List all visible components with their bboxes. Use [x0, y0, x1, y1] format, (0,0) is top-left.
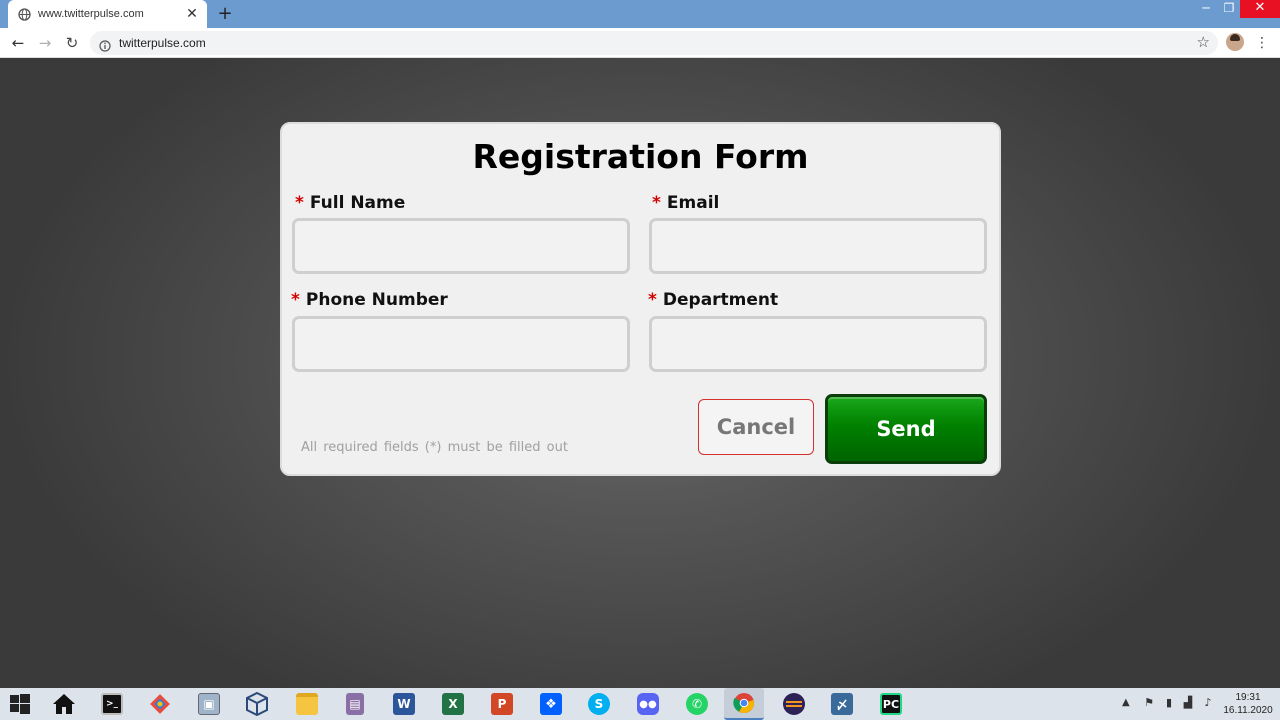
- terminal-icon[interactable]: >_: [99, 691, 125, 717]
- flag-icon[interactable]: ⚑: [1142, 696, 1156, 710]
- browser-toolbar: ← → ↻ twitterpulse.com ☆: [0, 28, 1280, 58]
- discord-icon[interactable]: ●●: [635, 691, 661, 717]
- required-marker: *: [652, 193, 661, 213]
- email-input[interactable]: [649, 218, 987, 274]
- volume-icon[interactable]: ♪: [1201, 696, 1215, 710]
- required-marker: *: [295, 193, 304, 213]
- virtualbox-icon[interactable]: [244, 691, 270, 717]
- tab-title: www.twitterpulse.com: [38, 8, 144, 20]
- image-viewer-icon[interactable]: ▣: [196, 691, 222, 717]
- form-title: Registration Form: [472, 137, 809, 176]
- email-label-text: Email: [666, 193, 720, 213]
- tray-chevron-icon[interactable]: ▲: [1122, 697, 1130, 708]
- phone-number-label-text: Phone Number: [305, 290, 448, 310]
- info-icon[interactable]: [99, 37, 111, 52]
- address-url[interactable]: twitterpulse.com: [119, 36, 206, 50]
- taskbar: >_ ▣ ▤ W X P ❖ S ●● ✆ 〆 PC ▲ ⚑ ▮ ▟ ♪ 19:…: [0, 688, 1280, 720]
- email-label: * Email: [652, 193, 719, 213]
- skype-icon[interactable]: S: [586, 691, 612, 717]
- profile-avatar[interactable]: [1226, 33, 1244, 51]
- restore-icon[interactable]: ❐: [1216, 0, 1242, 18]
- home-icon[interactable]: [51, 691, 77, 717]
- pycharm-icon[interactable]: PC: [878, 691, 904, 717]
- mysql-workbench-icon[interactable]: 〆: [829, 691, 855, 717]
- page-background: Registration Form * Full Name * Email * Pho…: [0, 58, 1280, 688]
- archive-icon[interactable]: ▤: [342, 691, 368, 717]
- department-label: * Department: [648, 290, 778, 310]
- clock-date: 16.11.2020: [1223, 705, 1273, 716]
- kebab-menu-icon[interactable]: ⋮: [1255, 33, 1269, 53]
- git-icon[interactable]: [147, 691, 173, 717]
- required-fields-note: All required fields (*) must be filled o…: [301, 440, 568, 455]
- department-input[interactable]: [649, 316, 987, 372]
- forward-icon[interactable]: →: [35, 33, 55, 53]
- powerpoint-icon[interactable]: P: [489, 691, 515, 717]
- reload-icon[interactable]: ↻: [62, 33, 82, 53]
- department-label-text: Department: [662, 290, 779, 310]
- phone-number-label: * Phone Number: [291, 290, 448, 310]
- globe-icon: [17, 7, 31, 21]
- cancel-button[interactable]: Cancel: [698, 399, 814, 455]
- bookmark-star-icon[interactable]: ☆: [1197, 33, 1210, 51]
- window-close-icon[interactable]: ✕: [1240, 0, 1280, 18]
- close-tab-icon[interactable]: ✕: [184, 6, 200, 22]
- full-name-label: * Full Name: [295, 193, 405, 213]
- system-clock[interactable]: 19:31 16.11.2020: [1222, 691, 1274, 717]
- network-icon[interactable]: ▟: [1181, 696, 1195, 710]
- excel-icon[interactable]: X: [440, 691, 466, 717]
- required-marker: *: [291, 290, 300, 310]
- battery-icon[interactable]: ▮: [1162, 696, 1176, 710]
- eclipse-icon[interactable]: [781, 691, 807, 717]
- phone-number-input[interactable]: [292, 316, 630, 372]
- windows-start-icon[interactable]: [7, 691, 33, 717]
- whatsapp-icon[interactable]: ✆: [684, 691, 710, 717]
- registration-form: Registration Form * Full Name * Email * Pho…: [280, 122, 1001, 476]
- required-marker: *: [648, 290, 657, 310]
- address-bar[interactable]: twitterpulse.com ☆: [90, 31, 1218, 55]
- word-icon[interactable]: W: [391, 691, 417, 717]
- back-icon[interactable]: ←: [8, 33, 28, 53]
- chrome-icon[interactable]: [724, 688, 764, 720]
- browser-tab[interactable]: www.twitterpulse.com ✕: [8, 0, 207, 28]
- full-name-label-text: Full Name: [309, 193, 406, 213]
- tab-strip: www.twitterpulse.com ✕ + ─ ❐ ✕: [0, 0, 1280, 28]
- clock-time: 19:31: [1235, 692, 1261, 703]
- send-button[interactable]: Send: [825, 394, 987, 464]
- file-explorer-icon[interactable]: [294, 691, 320, 717]
- dropbox-icon[interactable]: ❖: [538, 691, 564, 717]
- new-tab-button[interactable]: +: [215, 4, 235, 24]
- full-name-input[interactable]: [292, 218, 630, 274]
